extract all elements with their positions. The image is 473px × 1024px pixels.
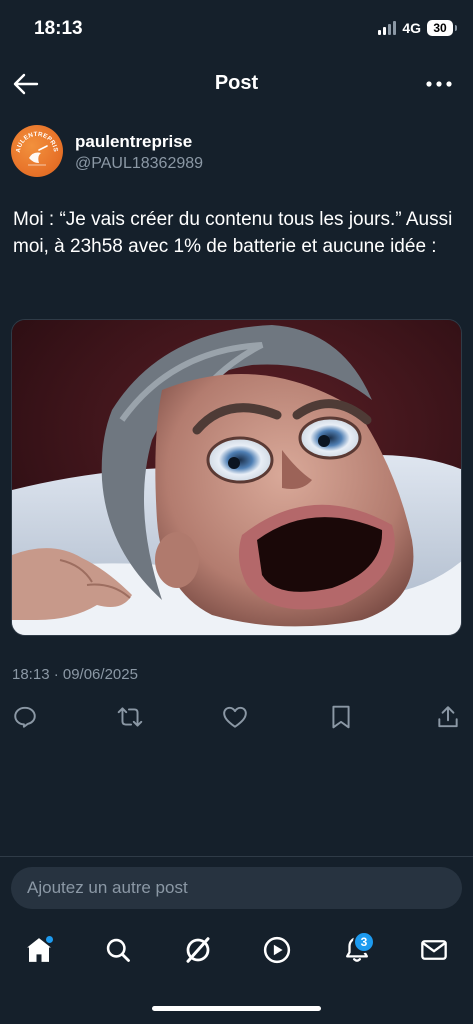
messages-icon [421,940,447,960]
network-label: 4G [402,20,421,36]
bookmark-button[interactable] [324,700,358,734]
repost-icon [117,707,143,727]
divider [0,856,473,857]
repost-button[interactable] [113,700,147,734]
author-handle[interactable]: @PAUL18362989 [75,155,203,173]
post-timestamp: 18:13 · 09/06/2025 [12,666,138,683]
post-actions [0,700,473,736]
signal-icon [378,21,397,35]
author-name[interactable]: paulentreprise [75,132,192,152]
avatar[interactable]: PAULENTREPRISE [11,125,63,177]
share-icon [438,706,458,728]
battery-icon: 30 [427,20,457,36]
like-button[interactable] [218,700,252,734]
reply-button[interactable] [8,700,42,734]
tab-notifications[interactable]: 3 [337,930,377,970]
like-icon [223,706,247,728]
share-button[interactable] [431,700,465,734]
more-icon [426,81,452,87]
post-header: Post [0,60,473,108]
status-time: 18:13 [34,18,83,39]
grok-icon [186,937,210,963]
reply-icon [14,706,36,728]
reply-input[interactable]: Ajoutez un autre post [11,867,462,909]
status-indicators: 4G 30 [378,20,457,36]
tab-grok[interactable] [178,930,218,970]
bottom-tab-bar: 3 [0,922,473,978]
home-unread-dot [46,936,53,943]
bookmark-icon [332,705,350,729]
tab-video[interactable] [257,930,297,970]
post-image[interactable] [11,319,462,636]
post-author[interactable]: PAULENTREPRISE paulentreprise @PAUL18362… [11,125,462,185]
tab-messages[interactable] [414,930,454,970]
search-icon [106,938,130,962]
tab-search[interactable] [98,930,138,970]
tab-home[interactable] [19,930,59,970]
video-icon [263,936,291,964]
post-screen: 18:13 4G 30 Post AULENTREPRIS paulentrep… [0,0,473,1024]
scared-face-image [12,320,461,635]
svg-text:PAULENTREPRISE: PAULENTREPRISE [11,125,59,153]
home-indicator [152,1006,321,1011]
more-options-button[interactable] [423,70,455,98]
post-text: Moi : “Je vais créer du contenu tous les… [13,209,453,257]
status-bar: 18:13 4G 30 [0,0,473,56]
avatar-logo-icon: PAULENTREPRISE [11,125,59,166]
notifications-badge: 3 [353,931,375,953]
page-title: Post [214,72,259,94]
